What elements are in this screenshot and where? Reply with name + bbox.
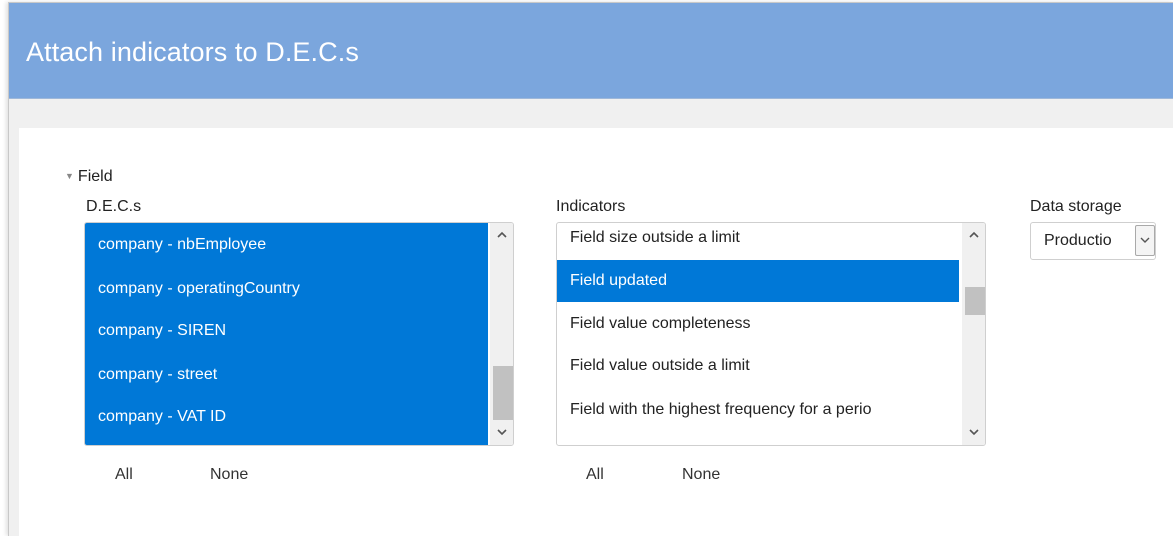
field-section-label: Field [77, 168, 113, 185]
decs-item-label: company - street [98, 366, 218, 383]
indicators-listbox[interactable]: Field size outside a limit Field updated… [556, 222, 986, 446]
chevron-up-icon[interactable] [490, 225, 513, 245]
triangle-down-icon: ▼ [65, 171, 74, 181]
screen: Attach indicators to D.E.C.s ▼ Field D.E.… [0, 0, 1173, 536]
decs-scrollbar[interactable] [490, 223, 513, 445]
chevron-down-icon[interactable] [1135, 225, 1155, 256]
data-storage-select[interactable]: Productio [1030, 222, 1156, 260]
indicators-list-item[interactable]: Field value completeness [557, 303, 959, 345]
indicators-list-item[interactable]: Field with the highest frequency for a p… [557, 389, 959, 431]
chevron-up-icon[interactable] [962, 225, 985, 245]
attach-indicators-dialog: Attach indicators to D.E.C.s ▼ Field D.E.… [8, 2, 1173, 536]
data-storage-label: Data storage [1030, 198, 1122, 215]
indicators-select-all-link[interactable]: All [586, 466, 604, 484]
dialog-content: ▼ Field D.E.C.s company - nbEmployee comp… [19, 128, 1173, 536]
chevron-down-icon[interactable] [962, 423, 985, 443]
indicators-select-none-link[interactable]: None [682, 466, 720, 484]
decs-list-item[interactable]: company - operatingCountry [85, 272, 488, 306]
indicators-scrollbar[interactable] [962, 223, 985, 445]
field-section-toggle[interactable]: ▼ Field [65, 168, 113, 186]
indicators-item-label: Field with the highest frequency for a p… [570, 401, 872, 418]
decs-listbox[interactable]: company - nbEmployee company - nbEmploye… [84, 222, 514, 446]
decs-item-label: company - nbEmployee [98, 236, 267, 253]
indicators-item-label: Field updated [570, 272, 667, 289]
decs-label: D.E.C.s [86, 198, 142, 215]
indicators-list-item[interactable]: Field size outside a limit [557, 223, 959, 255]
indicators-scroll-thumb[interactable] [965, 287, 985, 315]
decs-select-all-link[interactable]: All [115, 466, 133, 484]
dialog-title: Attach indicators to D.E.C.s [26, 37, 359, 67]
decs-list-item[interactable]: company - street [85, 358, 488, 392]
indicators-label: Indicators [556, 198, 626, 215]
decs-item-label: company - operatingCountry [98, 280, 300, 297]
indicators-list-item[interactable]: Field updated [557, 260, 959, 302]
decs-list-item[interactable]: company - SIREN [85, 314, 488, 348]
indicators-list-item[interactable]: Field value outside a limit [557, 345, 959, 387]
indicators-item-label: Field size outside a limit [570, 229, 740, 246]
chevron-down-icon[interactable] [490, 423, 513, 443]
dialog-title-bar: Attach indicators to D.E.C.s [9, 3, 1173, 99]
decs-item-label: company - VAT ID [98, 408, 227, 425]
data-storage-value: Productio [1044, 232, 1112, 249]
decs-list-item[interactable]: company - VAT ID [85, 400, 488, 434]
indicators-item-label: Field value completeness [570, 315, 751, 332]
indicators-item-label: Field value outside a limit [570, 357, 750, 374]
decs-list-item[interactable]: company - nbEmployee [85, 228, 488, 262]
decs-select-none-link[interactable]: None [210, 466, 248, 484]
decs-scroll-thumb[interactable] [493, 366, 513, 420]
decs-item-label: company - SIREN [98, 322, 227, 339]
